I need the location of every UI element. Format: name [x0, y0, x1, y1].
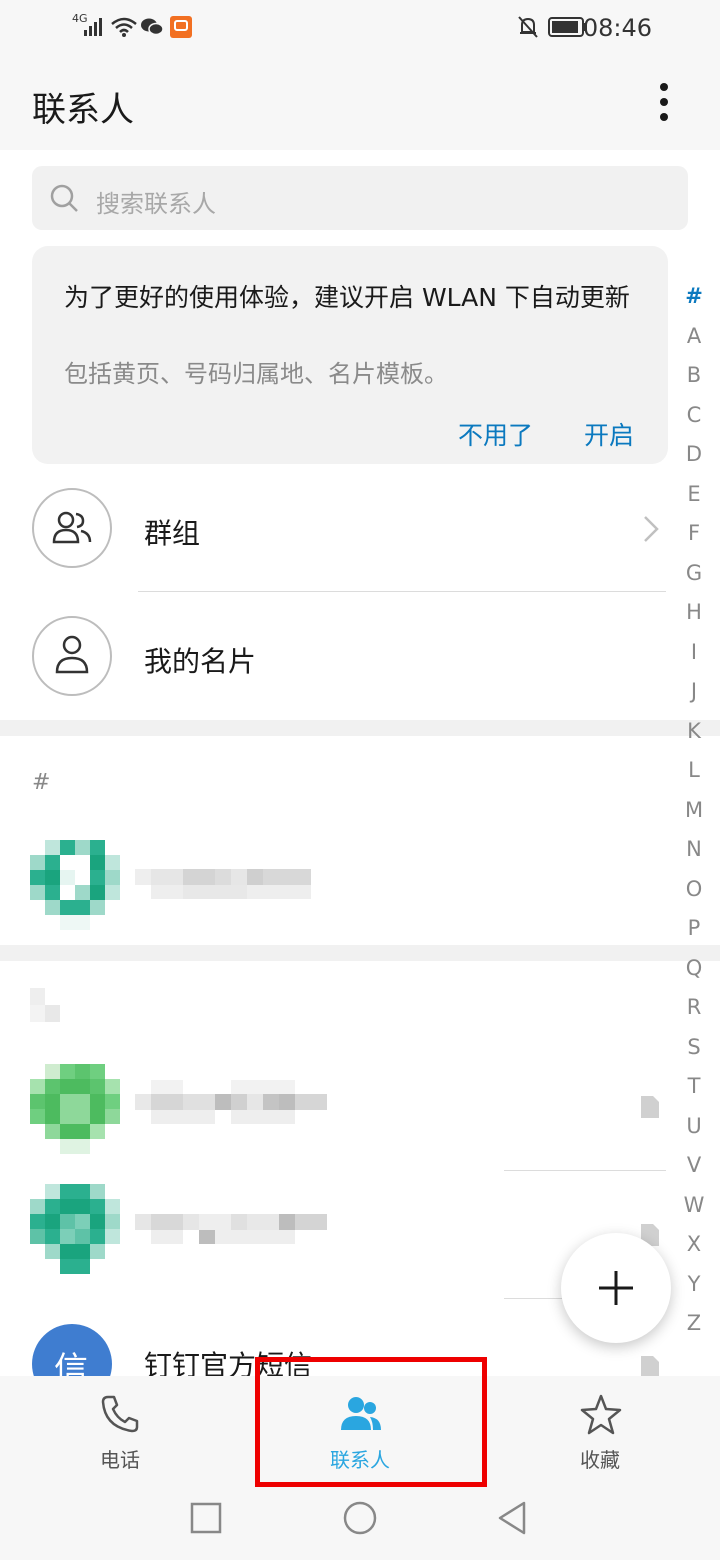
my-card-avatar [32, 616, 112, 696]
index-letter[interactable]: I [680, 640, 708, 680]
dismiss-button[interactable]: 不用了 [458, 416, 533, 452]
plus-icon [599, 1271, 633, 1305]
groups-label: 群组 [144, 517, 201, 550]
status-bar: 4G 08:46 [0, 0, 720, 56]
index-letter[interactable]: M [680, 798, 708, 838]
star-icon [580, 1394, 622, 1435]
search-input[interactable]: 搜索联系人 [32, 166, 688, 230]
dingtalk-avatar: 信 [32, 1324, 112, 1376]
index-letter[interactable]: L [680, 758, 708, 798]
index-letter[interactable]: G [680, 561, 708, 601]
section-header: # [32, 770, 51, 795]
index-letter[interactable]: Q [680, 956, 708, 996]
section-header-blurred [30, 988, 60, 1022]
app-notification-icon [170, 16, 192, 38]
wechat-icon [141, 18, 164, 36]
index-letter[interactable]: T [680, 1074, 708, 1114]
banner-subtitle: 包括黄页、号码归属地、名片模板。 [64, 360, 448, 388]
index-letter[interactable]: A [680, 324, 708, 364]
my-card-label: 我的名片 [144, 645, 257, 678]
chevron-right-icon [644, 516, 659, 542]
index-letter[interactable]: C [680, 403, 708, 443]
tab-phone-label: 电话 [100, 1448, 140, 1472]
tab-favorites[interactable]: 收藏 [540, 1390, 660, 1480]
index-letter[interactable]: W [680, 1193, 708, 1233]
index-letter[interactable]: B [680, 363, 708, 403]
signal-icon [84, 18, 102, 36]
search-icon [50, 184, 78, 212]
back-icon[interactable] [496, 1500, 528, 1536]
search-placeholder: 搜索联系人 [96, 190, 216, 218]
contact-avatar [30, 840, 122, 932]
group-icon [52, 511, 92, 544]
status-time: 08:46 [582, 14, 652, 42]
index-letter[interactable]: J [680, 679, 708, 719]
index-letter[interactable]: V [680, 1153, 708, 1193]
tab-phone[interactable]: 电话 [60, 1390, 180, 1480]
my-card-row[interactable]: 我的名片 [0, 606, 670, 716]
banner-title: 为了更好的使用体验，建议开启 WLAN 下自动更新 [64, 283, 630, 312]
index-letter[interactable]: N [680, 837, 708, 877]
enable-button[interactable]: 开启 [584, 416, 634, 452]
contact-name-blurred [135, 867, 319, 901]
index-letter[interactable]: P [680, 916, 708, 956]
index-letter[interactable]: R [680, 995, 708, 1035]
tab-favorites-label: 收藏 [580, 1448, 620, 1472]
wifi-icon [111, 17, 137, 37]
contact-avatar [30, 1064, 122, 1156]
contact-name-blurred [135, 1202, 335, 1252]
index-letter[interactable]: X [680, 1232, 708, 1272]
groups-row[interactable]: 群组 [0, 480, 670, 590]
index-letter[interactable]: Y [680, 1272, 708, 1312]
home-icon[interactable] [342, 1500, 378, 1536]
section-gap [0, 720, 720, 736]
dingtalk-avatar-char: 信 [54, 1350, 88, 1376]
contact-avatar [30, 1184, 122, 1276]
index-letter[interactable]: F [680, 521, 708, 561]
index-letter[interactable]: O [680, 877, 708, 917]
index-letter[interactable]: U [680, 1114, 708, 1154]
alphabet-index[interactable]: # A B C D E F G H I J K L M N O P Q R S T U V W X Y Z [680, 284, 708, 1351]
app-bar: 联系人 [0, 56, 720, 150]
recents-icon[interactable] [190, 1502, 222, 1534]
highlight-box [255, 1357, 487, 1487]
page-title: 联系人 [32, 90, 134, 130]
index-letter[interactable]: Z [680, 1311, 708, 1351]
index-letter[interactable]: S [680, 1035, 708, 1075]
index-letter[interactable]: E [680, 482, 708, 522]
contact-name-blurred [135, 1080, 335, 1130]
groups-avatar [32, 488, 112, 568]
section-gap [0, 945, 720, 961]
wlan-update-banner: 为了更好的使用体验，建议开启 WLAN 下自动更新 包括黄页、号码归属地、名片模… [32, 246, 668, 464]
mute-bell-icon [518, 16, 538, 38]
system-nav-bar [0, 1486, 720, 1560]
person-icon [55, 635, 89, 674]
contact-row[interactable] [0, 1060, 670, 1170]
phone-icon [101, 1395, 139, 1433]
row-divider [138, 591, 666, 592]
more-options-icon[interactable] [652, 82, 676, 124]
index-letter[interactable]: H [680, 600, 708, 640]
contact-row[interactable] [0, 835, 670, 935]
index-letter[interactable]: D [680, 442, 708, 482]
sim-card-icon [641, 1096, 659, 1118]
sim-card-icon [641, 1356, 659, 1376]
add-contact-button[interactable] [561, 1233, 671, 1343]
index-letter[interactable]: # [680, 284, 708, 324]
row-divider [504, 1170, 666, 1171]
index-letter[interactable]: K [680, 719, 708, 759]
